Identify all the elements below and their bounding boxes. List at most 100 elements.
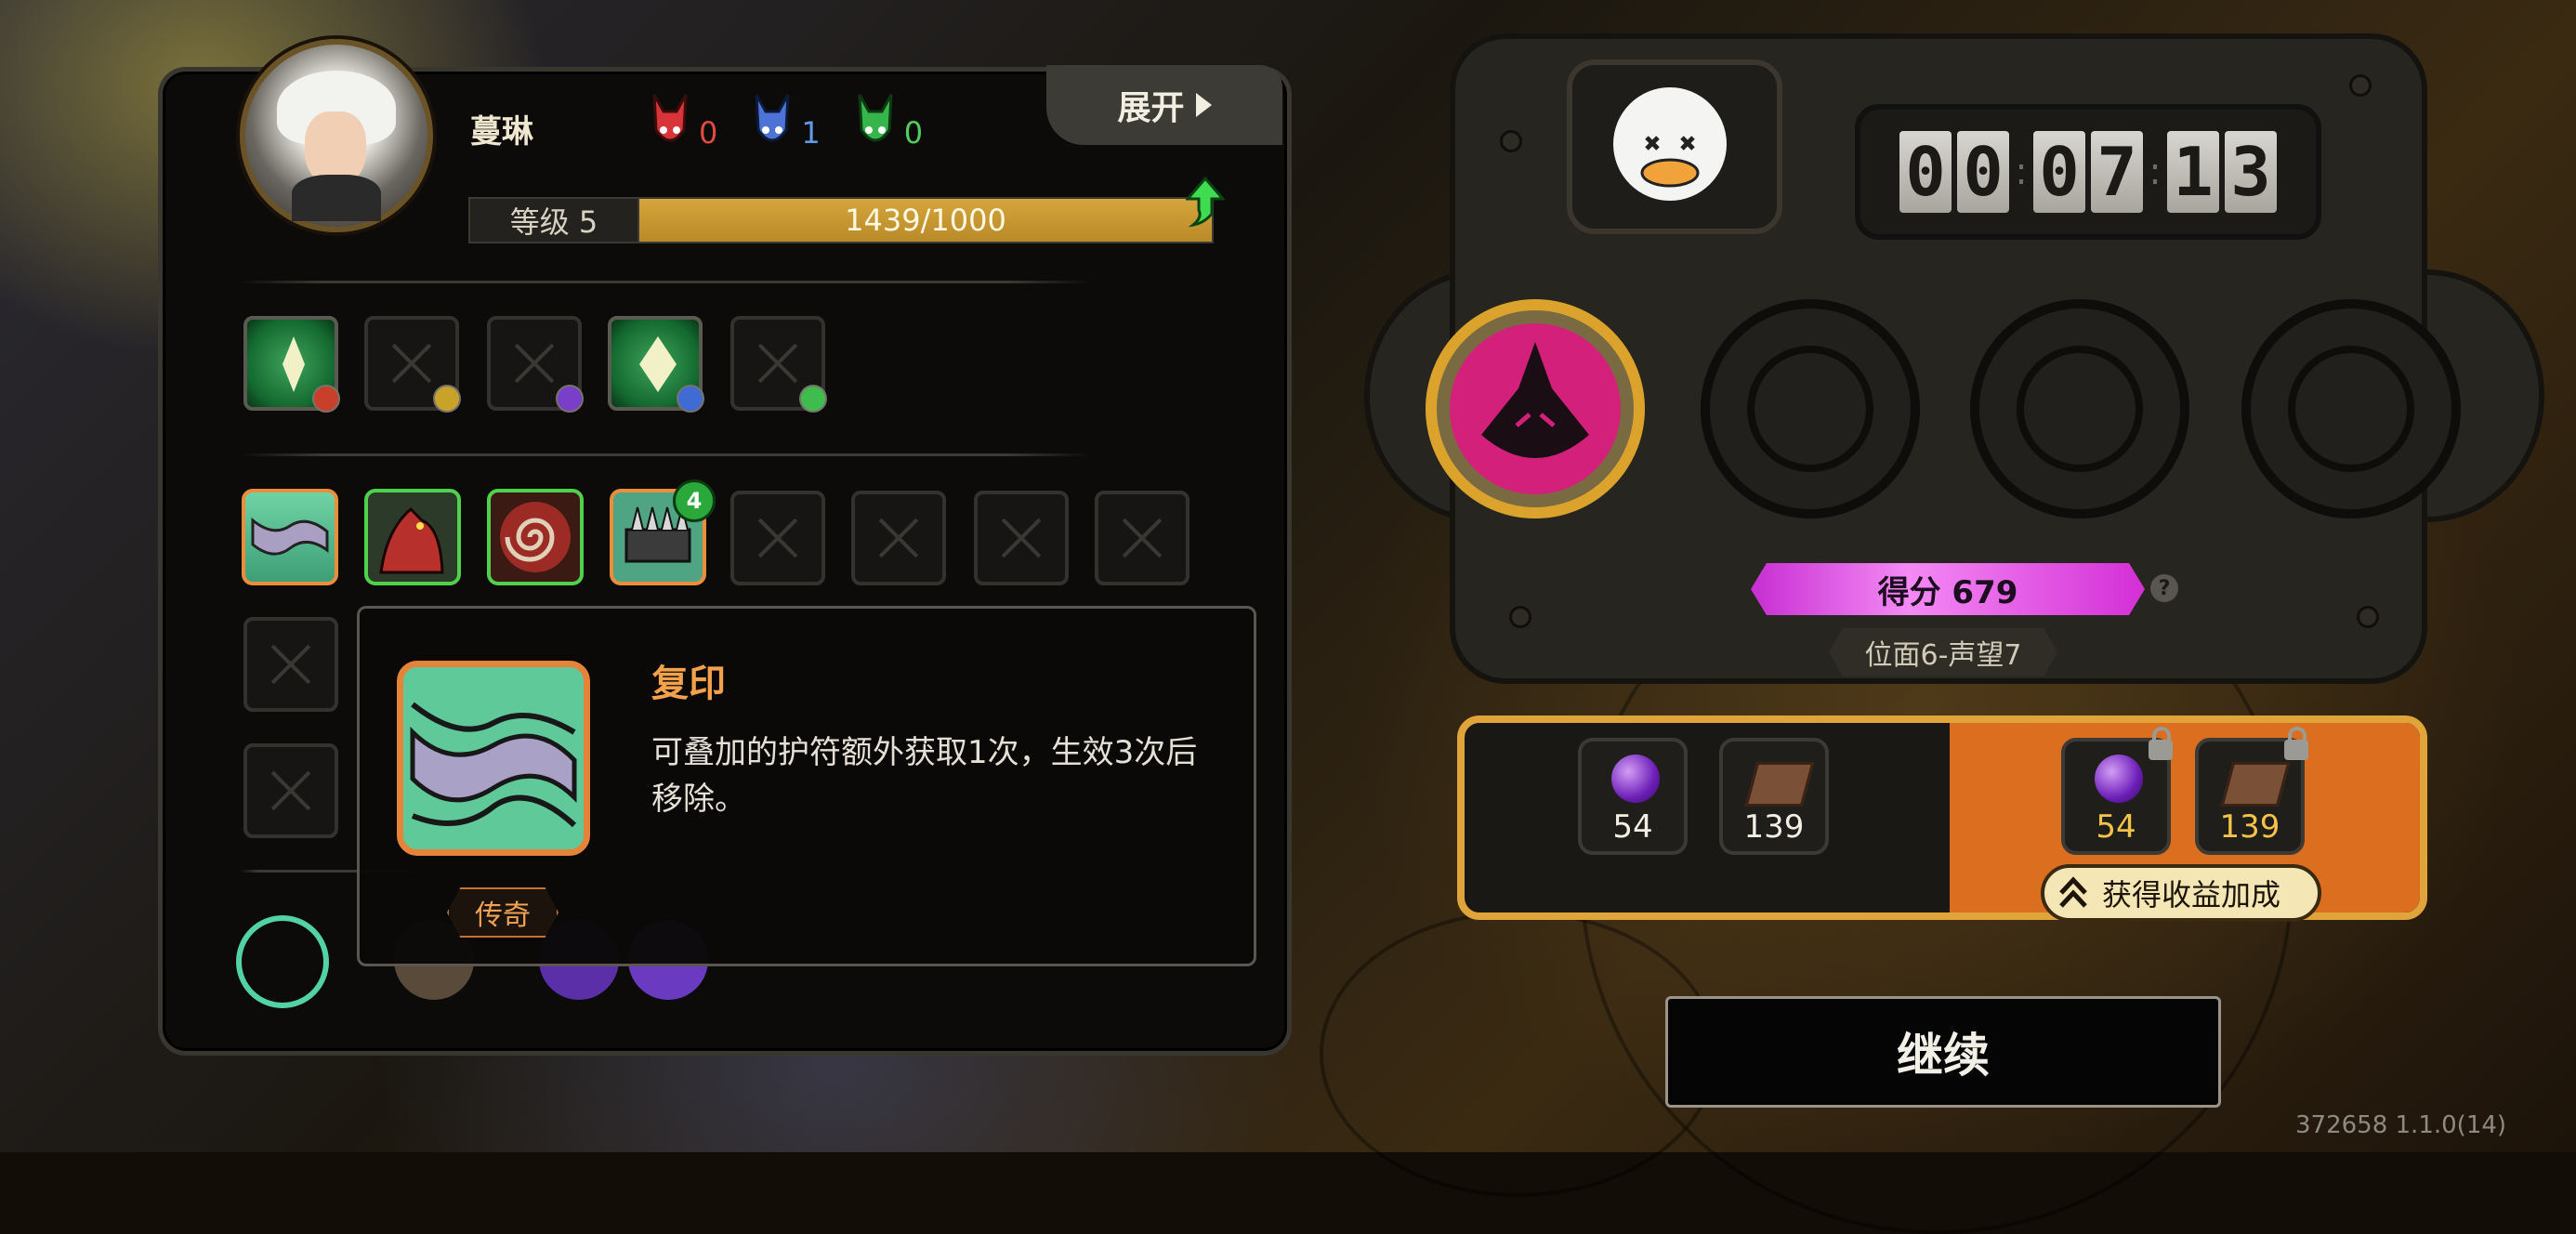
relic-spike-trap[interactable]: 4 — [610, 479, 716, 585]
duck-face-icon — [1640, 87, 1700, 188]
expand-button-label: 展开 — [1117, 89, 1185, 127]
red-horn-icon — [652, 94, 688, 142]
reward-value: 139 — [1743, 808, 1805, 846]
timer-colon: : — [2015, 151, 2028, 193]
timer-digit: 0 — [1957, 131, 2009, 213]
equipment-slot-4[interactable] — [608, 316, 704, 413]
relic-slot-empty[interactable] — [1095, 491, 1189, 585]
spiral-icon — [500, 502, 571, 572]
tooltip-relic-icon — [397, 661, 590, 856]
purple-orb-icon — [1611, 755, 1660, 803]
red-creature-icon — [379, 506, 444, 574]
red-horn-count: 0 — [699, 115, 718, 151]
shield-pip-icon — [799, 385, 827, 413]
timer-digit: 0 — [1899, 131, 1952, 213]
xp-text: 1439/1000 — [845, 203, 1006, 238]
version-label: 372658 1.1.0(14) — [2295, 1111, 2507, 1139]
timer-digit: 0 — [2033, 131, 2085, 213]
relic-tooltip: 复印 可叠加的护符额外获取1次，生效3次后移除。 传奇 — [357, 606, 1256, 966]
purple-orb-icon — [2095, 755, 2143, 803]
diamond-gem-icon — [283, 336, 305, 392]
crown-gem-icon — [639, 336, 677, 392]
background-rune-arc — [1320, 911, 1717, 1197]
relic-red-spiral[interactable] — [487, 489, 584, 585]
divider — [240, 453, 1091, 456]
green-horn-icon — [858, 94, 893, 142]
divider — [240, 281, 1091, 283]
blue-horn-counter: 1 — [753, 93, 821, 151]
score-banner: 得分 679 — [1751, 563, 2145, 615]
duck-avatar-frame[interactable] — [1567, 59, 1782, 234]
help-icon[interactable]: ? — [2150, 574, 2178, 602]
hooded-boss-icon — [1481, 342, 1589, 458]
lock-icon — [2149, 727, 2173, 760]
boss-slot-active[interactable] — [1426, 299, 1645, 519]
play-arrow-icon — [1195, 93, 1212, 117]
blue-horn-count: 1 — [801, 115, 821, 151]
relic-slot-empty[interactable] — [730, 491, 825, 585]
equipment-slot-3[interactable] — [487, 316, 584, 413]
gear-lock-icon — [2017, 346, 2143, 472]
book-icon — [1744, 762, 1815, 807]
relic-red-creature[interactable] — [364, 489, 461, 585]
horn-counters: 0 1 0 — [651, 93, 923, 151]
reward-value: 54 — [1612, 808, 1653, 846]
plane-reputation-label: 位面6-声望7 — [1829, 628, 2057, 676]
tooltip-description: 可叠加的护符额外获取1次，生效3次后移除。 — [651, 734, 1198, 818]
equipment-slot-1[interactable] — [243, 316, 340, 413]
bonus-income-label: 获得收益加成 — [2102, 877, 2281, 912]
timer-digit: 3 — [2225, 131, 2277, 213]
bone-chain-icon — [403, 667, 584, 849]
fire-pip-icon — [312, 385, 340, 413]
tooltip-title: 复印 — [651, 663, 726, 705]
screw — [2349, 74, 2372, 97]
relic-slot-empty[interactable] — [243, 617, 338, 712]
relic-slot-empty[interactable] — [974, 491, 1069, 585]
relic-slot-empty[interactable] — [243, 743, 338, 838]
level-up-arrow-icon[interactable] — [1186, 177, 1225, 229]
bonus-income-button[interactable]: 获得收益加成 — [2041, 864, 2321, 922]
green-horn-count: 0 — [903, 115, 924, 151]
relic-slot-empty[interactable] — [851, 491, 946, 585]
swirl-pip-icon — [556, 385, 584, 413]
blue-horn-icon — [755, 94, 790, 142]
equipment-slot-2[interactable] — [364, 316, 461, 413]
skill-ring-button[interactable] — [236, 915, 329, 1008]
boss-slot-locked[interactable] — [1970, 299, 2189, 519]
xp-bar: 1439/1000 — [637, 197, 1214, 243]
boss-slot-locked[interactable] — [2241, 299, 2461, 519]
double-chevron-up-icon — [2059, 876, 2087, 908]
water-pip-icon — [677, 385, 704, 413]
screw — [1509, 606, 1531, 628]
rarity-tag: 传奇 — [447, 887, 559, 938]
equipment-slot-5[interactable] — [730, 316, 827, 413]
run-timer: 0 0 : 0 7 : 1 3 — [1855, 104, 2321, 240]
bone-chain-icon — [251, 517, 329, 556]
bonus-reward-value: 54 — [2096, 808, 2136, 846]
reward-orb[interactable]: 54 — [1578, 738, 1688, 855]
lock-icon — [2284, 727, 2308, 760]
green-horn-counter: 0 — [856, 93, 923, 151]
portrait-body — [292, 175, 381, 221]
book-icon — [2220, 762, 2291, 807]
duck-avatar-icon — [1613, 87, 1727, 201]
continue-button[interactable]: 继续 — [1665, 996, 2221, 1108]
reward-book[interactable]: 139 — [1719, 738, 1829, 855]
red-horn-counter: 0 — [651, 93, 717, 151]
stack-count-badge: 4 — [673, 479, 716, 522]
screw — [1500, 130, 1522, 152]
timer-digit: 7 — [2091, 131, 2143, 213]
boss-slot-locked[interactable] — [1701, 299, 1920, 519]
character-portrait[interactable] — [240, 39, 433, 232]
relic-copy[interactable] — [242, 489, 338, 585]
gear-lock-icon — [2288, 346, 2414, 472]
screw — [2357, 606, 2379, 628]
character-name: 蔓琳 — [470, 113, 533, 151]
level-label: 等级 5 — [468, 197, 639, 243]
pacman-pip-icon — [433, 385, 461, 413]
expand-button[interactable]: 展开 — [1046, 65, 1282, 145]
timer-digit: 1 — [2167, 131, 2219, 213]
timer-colon: : — [2149, 151, 2162, 193]
boss-portrait-bg — [1450, 323, 1621, 494]
bonus-reward-value: 139 — [2219, 808, 2280, 846]
